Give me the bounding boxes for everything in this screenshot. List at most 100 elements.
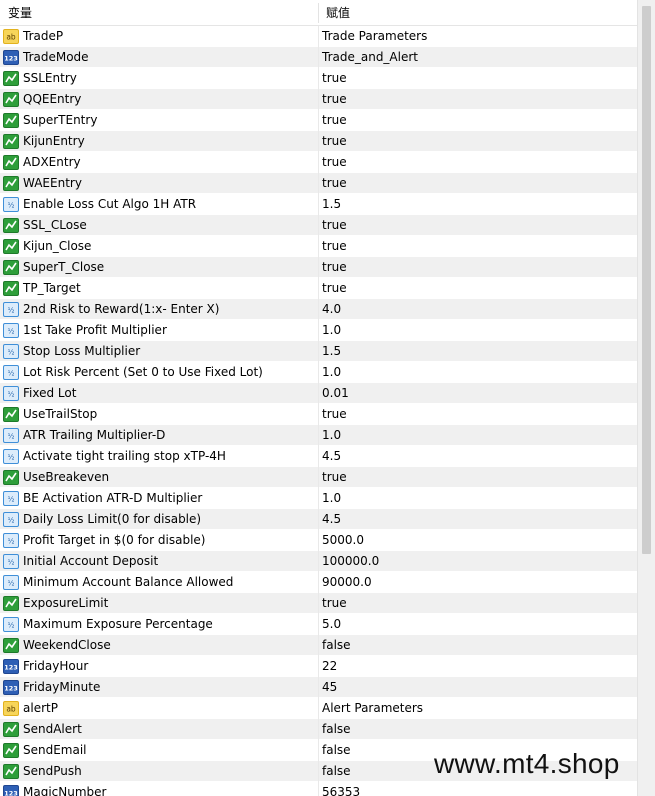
variable-value[interactable]: 4.5 (322, 509, 341, 530)
variable-value[interactable]: false (322, 740, 351, 761)
table-row[interactable]: ½ ATR Trailing Multiplier-D 1.0 (0, 425, 637, 446)
variable-value[interactable]: 0.01 (322, 383, 349, 404)
variable-value[interactable]: true (322, 278, 347, 299)
variable-value[interactable]: 100000.0 (322, 551, 379, 572)
table-row[interactable]: QQEEntry true (0, 89, 637, 110)
variable-value[interactable]: false (322, 719, 351, 740)
table-row[interactable]: ½ Daily Loss Limit(0 for disable) 4.5 (0, 509, 637, 530)
variable-name: QQEEntry (23, 92, 82, 106)
header-variable[interactable]: 变量 (8, 0, 32, 26)
table-row[interactable]: ½ Initial Account Deposit 100000.0 (0, 551, 637, 572)
variable-value[interactable]: 1.0 (322, 362, 341, 383)
table-row[interactable]: WAEEntry true (0, 173, 637, 194)
table-row[interactable]: 123 FridayMinute 45 (0, 677, 637, 698)
column-divider (318, 593, 319, 614)
header-divider[interactable] (318, 3, 319, 23)
table-row[interactable]: ½ 2nd Risk to Reward(1:x- Enter X) 4.0 (0, 299, 637, 320)
variable-name: FridayMinute (23, 680, 101, 694)
table-row[interactable]: ½ BE Activation ATR-D Multiplier 1.0 (0, 488, 637, 509)
inputs-grid: 变量 赋值 ab TradeP Trade Parameters 123 TradeMo… (0, 0, 637, 796)
table-row[interactable]: ½ Activate tight trailing stop xTP-4H 4.5 (0, 446, 637, 467)
svg-text:½: ½ (8, 454, 15, 462)
123-icon: 123 (3, 680, 19, 695)
table-row[interactable]: ½ Stop Loss Multiplier 1.5 (0, 341, 637, 362)
variable-value[interactable]: 90000.0 (322, 572, 372, 593)
variable-value[interactable]: true (322, 236, 347, 257)
variable-value[interactable]: 4.5 (322, 446, 341, 467)
variable-value[interactable]: 5.0 (322, 614, 341, 635)
variable-name: 2nd Risk to Reward(1:x- Enter X) (23, 302, 220, 316)
svg-text:½: ½ (8, 580, 15, 588)
variable-value[interactable]: 1.5 (322, 194, 341, 215)
scrollbar-thumb[interactable] (642, 6, 651, 554)
table-row[interactable]: 123 FridayHour 22 (0, 656, 637, 677)
table-row[interactable]: SuperTEntry true (0, 110, 637, 131)
variable-value[interactable]: true (322, 215, 347, 236)
variable-value[interactable]: true (322, 89, 347, 110)
variable-value[interactable]: 4.0 (322, 299, 341, 320)
double-icon: ½ (3, 197, 19, 212)
bool-icon (3, 743, 19, 758)
variable-value[interactable]: 56353 (322, 782, 360, 796)
column-divider (318, 782, 319, 796)
variable-value[interactable]: 1.0 (322, 488, 341, 509)
table-row[interactable]: UseTrailStop true (0, 404, 637, 425)
table-row[interactable]: KijunEntry true (0, 131, 637, 152)
table-row[interactable]: 123 MagicNumber 56353 (0, 782, 637, 796)
variable-value[interactable]: true (322, 404, 347, 425)
variable-value[interactable]: true (322, 593, 347, 614)
variable-name: KijunEntry (23, 134, 85, 148)
variable-value[interactable]: 1.5 (322, 341, 341, 362)
bool-icon (3, 260, 19, 275)
table-row[interactable]: SuperT_Close true (0, 257, 637, 278)
table-row[interactable]: ab TradeP Trade Parameters (0, 26, 637, 47)
variable-value[interactable]: true (322, 131, 347, 152)
table-row[interactable]: ½ 1st Take Profit Multiplier 1.0 (0, 320, 637, 341)
table-row[interactable]: TP_Target true (0, 278, 637, 299)
table-row[interactable]: UseBreakeven true (0, 467, 637, 488)
table-row[interactable]: ExposureLimit true (0, 593, 637, 614)
table-row[interactable]: SSLEntry true (0, 68, 637, 89)
table-row[interactable]: ½ Lot Risk Percent (Set 0 to Use Fixed Lo… (0, 362, 637, 383)
table-row[interactable]: 123 TradeMode Trade_and_Alert (0, 47, 637, 68)
column-divider (318, 404, 319, 425)
ab-icon: ab (3, 701, 19, 716)
variable-value[interactable]: true (322, 110, 347, 131)
vertical-scrollbar[interactable] (637, 0, 655, 796)
variable-value[interactable]: true (322, 68, 347, 89)
variable-value[interactable]: true (322, 467, 347, 488)
variable-name: Lot Risk Percent (Set 0 to Use Fixed Lot… (23, 365, 263, 379)
variable-value[interactable]: 45 (322, 677, 337, 698)
svg-text:123: 123 (4, 664, 18, 672)
table-row[interactable]: Kijun_Close true (0, 236, 637, 257)
table-row[interactable]: WeekendClose false (0, 635, 637, 656)
variable-value[interactable]: Alert Parameters (322, 698, 423, 719)
variable-value[interactable]: true (322, 152, 347, 173)
table-row[interactable]: SSL_CLose true (0, 215, 637, 236)
table-row[interactable]: ½ Profit Target in $(0 for disable) 5000.0 (0, 530, 637, 551)
variable-value[interactable]: true (322, 173, 347, 194)
table-row[interactable]: ½ Minimum Account Balance Allowed 90000.0 (0, 572, 637, 593)
table-row[interactable]: SendAlert false (0, 719, 637, 740)
variable-value[interactable]: 1.0 (322, 425, 341, 446)
svg-text:123: 123 (4, 790, 18, 796)
table-row[interactable]: ½ Maximum Exposure Percentage 5.0 (0, 614, 637, 635)
variable-name: Kijun_Close (23, 239, 92, 253)
variable-value[interactable]: 1.0 (322, 320, 341, 341)
variable-value[interactable]: 5000.0 (322, 530, 364, 551)
variable-value[interactable]: false (322, 761, 351, 782)
variable-value[interactable]: Trade Parameters (322, 26, 427, 47)
variable-value[interactable]: 22 (322, 656, 337, 677)
variable-value[interactable]: true (322, 257, 347, 278)
table-row[interactable]: ADXEntry true (0, 152, 637, 173)
variable-value[interactable]: Trade_and_Alert (322, 47, 418, 68)
svg-text:ab: ab (6, 705, 16, 714)
svg-text:½: ½ (8, 202, 15, 210)
table-row[interactable]: ½ Fixed Lot 0.01 (0, 383, 637, 404)
table-row[interactable]: ½ Enable Loss Cut Algo 1H ATR 1.5 (0, 194, 637, 215)
bool-icon (3, 134, 19, 149)
variable-value[interactable]: false (322, 635, 351, 656)
header-value[interactable]: 赋值 (326, 0, 350, 26)
table-row[interactable]: ab alertP Alert Parameters (0, 698, 637, 719)
bool-icon (3, 407, 19, 422)
